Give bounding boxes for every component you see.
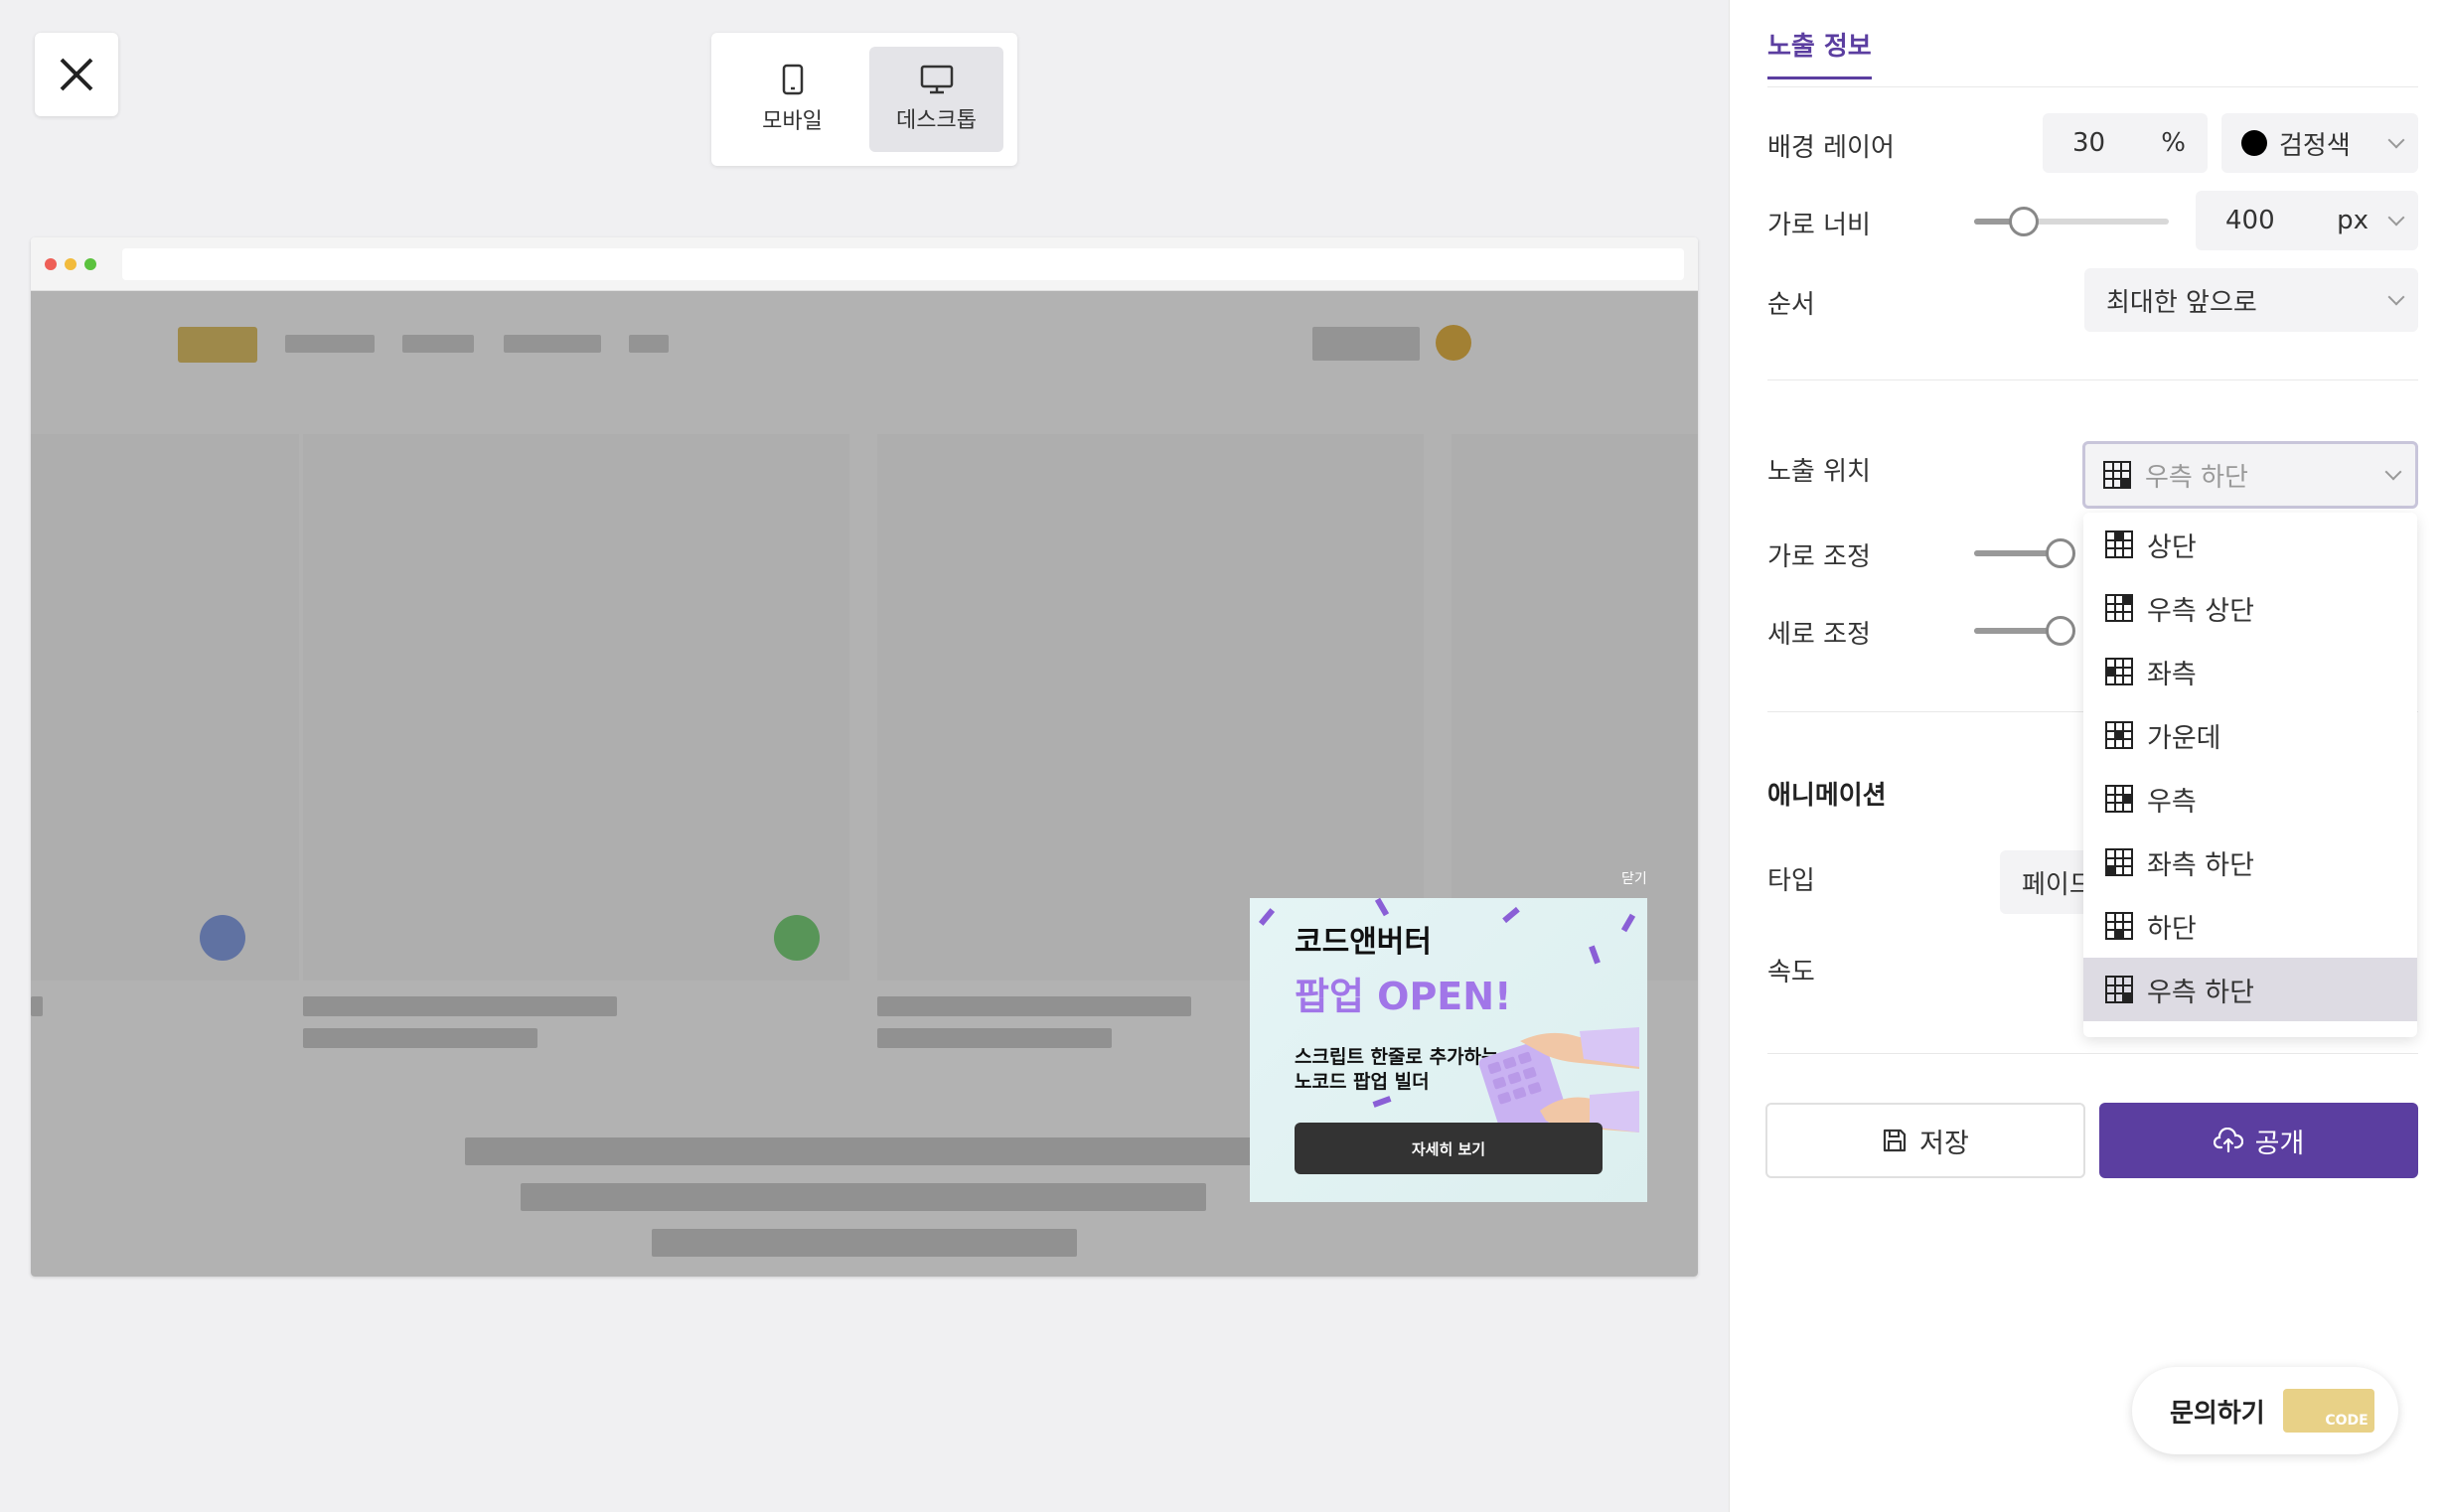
browser-close-dot <box>45 257 57 270</box>
desktop-view-label: 데스크톱 <box>896 108 977 133</box>
save-button[interactable]: 저장 <box>1765 1103 2085 1178</box>
chevron-down-icon <box>2387 209 2405 227</box>
position-option-bottom-left[interactable]: 좌측 하단 <box>2083 831 2417 894</box>
position-option-label: 좌측 <box>2147 659 2197 690</box>
width-value: 400 <box>2225 206 2275 235</box>
chevron-down-icon <box>2387 288 2405 306</box>
position-select[interactable]: 우측 하단 <box>2082 441 2418 509</box>
browser-maximize-dot <box>84 257 96 270</box>
grid-top-right-icon <box>2105 594 2133 622</box>
confetti-decoration <box>1620 913 1636 933</box>
section-divider <box>1767 1053 2418 1054</box>
mobile-view-label: 모바일 <box>762 109 823 134</box>
vertical-adjust-label: 세로 조정 <box>1767 620 1871 650</box>
background-opacity-value: 30 <box>2072 128 2106 158</box>
browser-minimize-dot <box>65 257 76 270</box>
popup-cta-button[interactable]: 자세히 보기 <box>1295 1123 1603 1174</box>
position-option-top[interactable]: 상단 <box>2083 513 2417 576</box>
position-option-center[interactable]: 가운데 <box>2083 703 2417 767</box>
position-option-bottom[interactable]: 하단 <box>2083 894 2417 958</box>
publish-button[interactable]: 공개 <box>2099 1103 2418 1178</box>
horizontal-adjust-slider[interactable] <box>1974 538 2075 568</box>
mobile-icon <box>782 64 803 95</box>
width-input[interactable]: 400 px <box>2196 191 2418 250</box>
contact-button[interactable]: 문의하기 CODE <box>2132 1367 2398 1454</box>
popup-preview: 코드앤버터 팝업 OPEN! 스크립트 한줄로 추가하는 노코드 팝업 빌더 자… <box>1250 898 1647 1202</box>
position-option-bottom-right[interactable]: 우측 하단 <box>2083 958 2417 1021</box>
popup-close-link[interactable]: 닫기 <box>1621 868 1647 888</box>
vertical-slider-handle[interactable] <box>2046 616 2075 646</box>
save-button-label: 저장 <box>1919 1128 1969 1159</box>
device-toggle: 모바일 데스크톱 <box>711 33 1017 166</box>
confetti-decoration <box>1258 908 1276 926</box>
grid-center-icon <box>2105 721 2133 749</box>
background-opacity-unit: % <box>2161 128 2186 158</box>
position-dropdown-menu: 상단 우측 상단 좌측 가운데 우측 좌측 하단 하단 우측 하단 <box>2083 513 2417 1037</box>
grid-bottom-left-icon <box>2105 848 2133 876</box>
position-option-top-right[interactable]: 우측 상단 <box>2083 576 2417 640</box>
close-icon <box>60 58 93 91</box>
position-option-label: 좌측 하단 <box>2147 849 2254 881</box>
animation-section-title: 애니메이션 <box>1767 781 1887 811</box>
grid-top-icon <box>2105 530 2133 558</box>
vertical-adjust-slider[interactable] <box>1974 616 2075 646</box>
preview-canvas: 모바일 데스크톱 닫기 코드앤버터 팝업 OPEN! 스크립트 한줄로 추가하는… <box>0 0 1729 1512</box>
horizontal-slider-handle[interactable] <box>2046 538 2075 568</box>
contact-button-label: 문의하기 <box>2170 1398 2265 1429</box>
desktop-view-button[interactable]: 데스크톱 <box>869 47 1003 152</box>
chevron-down-icon <box>2387 131 2405 149</box>
background-color-value: 검정색 <box>2279 130 2351 161</box>
publish-button-label: 공개 <box>2254 1128 2305 1159</box>
grid-left-icon <box>2105 658 2133 685</box>
order-select[interactable]: 최대한 앞으로 <box>2084 268 2418 332</box>
horizontal-adjust-label: 가로 조정 <box>1767 542 1871 572</box>
grid-position-icon <box>2103 461 2131 489</box>
desktop-icon <box>920 65 953 94</box>
tab-exposure-info[interactable]: 노출 정보 <box>1767 26 1872 79</box>
browser-url-bar <box>122 247 1684 280</box>
animation-type-label: 타입 <box>1767 866 1815 896</box>
order-value: 최대한 앞으로 <box>2106 287 2257 318</box>
grid-bottom-icon <box>2105 912 2133 940</box>
position-option-label: 우측 하단 <box>2147 977 2254 1008</box>
position-option-label: 가운데 <box>2147 722 2221 754</box>
animation-speed-label: 속도 <box>1767 958 1815 987</box>
close-button[interactable] <box>35 33 118 116</box>
position-option-label: 하단 <box>2147 913 2197 945</box>
color-swatch-icon <box>2241 130 2267 156</box>
confetti-decoration <box>1372 1096 1392 1108</box>
confetti-decoration <box>1589 945 1601 965</box>
cloud-upload-icon <box>2213 1128 2243 1153</box>
background-layer-label: 배경 레이어 <box>1767 133 1895 163</box>
background-color-select[interactable]: 검정색 <box>2221 113 2418 173</box>
order-label: 순서 <box>1767 290 1815 320</box>
tab-underline-divider <box>1767 86 2418 87</box>
mobile-view-button[interactable]: 모바일 <box>725 47 859 152</box>
code-logo-icon: CODE <box>2282 1389 2374 1433</box>
grid-right-icon <box>2105 785 2133 813</box>
position-option-left[interactable]: 좌측 <box>2083 640 2417 703</box>
animation-type-value: 페이드 <box>2022 869 2093 900</box>
position-label: 노출 위치 <box>1767 457 1871 487</box>
code-logo-text: CODE <box>2325 1413 2369 1429</box>
popup-title: 코드앤버터 <box>1295 925 1432 960</box>
position-option-label: 우측 상단 <box>2147 595 2254 627</box>
browser-toolbar <box>31 237 1698 291</box>
save-icon <box>1884 1129 1907 1152</box>
width-unit: px <box>2337 206 2369 235</box>
section-divider <box>1767 379 2418 380</box>
width-slider[interactable] <box>1974 207 2169 236</box>
chevron-down-icon <box>2384 463 2402 481</box>
keyboard-hands-illustration <box>1478 1027 1639 1136</box>
width-slider-handle[interactable] <box>2009 207 2039 236</box>
background-opacity-input[interactable]: 30 % <box>2043 113 2208 173</box>
grid-bottom-right-icon <box>2105 976 2133 1003</box>
position-option-label: 상단 <box>2147 531 2197 563</box>
width-label: 가로 너비 <box>1767 211 1871 240</box>
position-option-right[interactable]: 우측 <box>2083 767 2417 831</box>
confetti-decoration <box>1502 906 1520 924</box>
position-option-label: 우측 <box>2147 786 2197 818</box>
confetti-decoration <box>1374 898 1390 917</box>
position-select-value: 우측 하단 <box>2145 462 2248 493</box>
